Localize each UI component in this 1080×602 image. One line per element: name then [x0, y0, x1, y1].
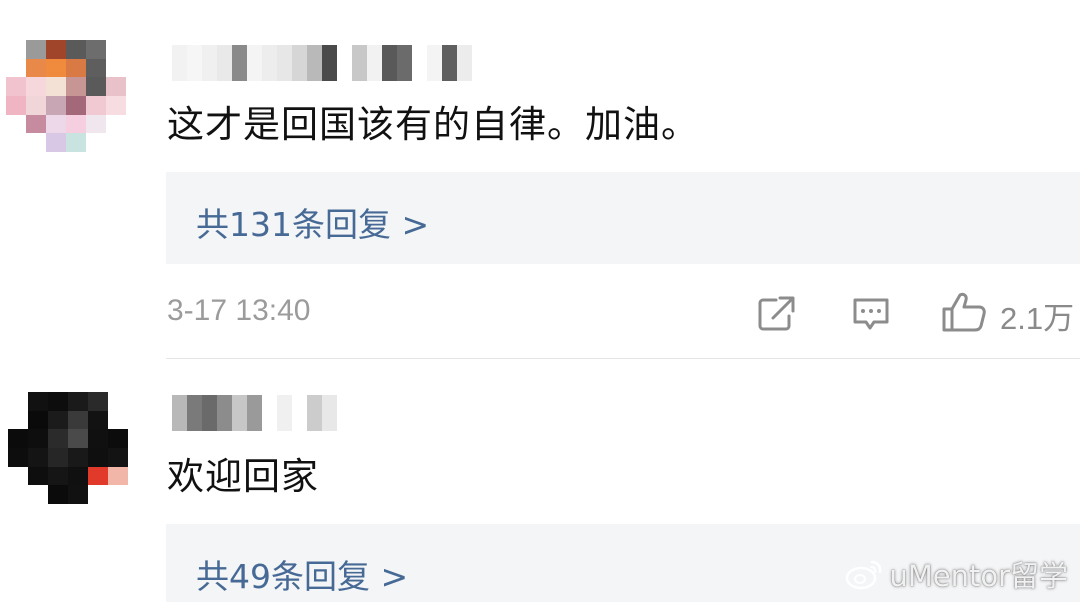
comment-icon[interactable]: [850, 294, 892, 334]
share-icon[interactable]: [756, 294, 798, 334]
username-redacted[interactable]: [172, 395, 337, 431]
avatar[interactable]: [6, 40, 126, 152]
username-redacted[interactable]: [172, 45, 472, 81]
like-icon[interactable]: [940, 290, 988, 334]
view-replies-link[interactable]: 共131条回复 >: [196, 198, 429, 246]
like-count: 2.1万: [1000, 301, 1075, 336]
reply-box[interactable]: 共131条回复 >: [166, 172, 1080, 264]
watermark: uMentor留学: [845, 556, 1068, 593]
timestamp: 3-17 13:40: [167, 294, 311, 327]
divider: [166, 358, 1080, 359]
view-replies-link[interactable]: 共49条回复 >: [196, 550, 408, 598]
comment-text: 欢迎回家: [167, 455, 319, 498]
weibo-logo-icon: [845, 558, 883, 590]
comment-text: 这才是回国该有的自律。加油。: [167, 103, 699, 146]
watermark-text: uMentor留学: [889, 559, 1068, 593]
avatar[interactable]: [8, 392, 128, 504]
